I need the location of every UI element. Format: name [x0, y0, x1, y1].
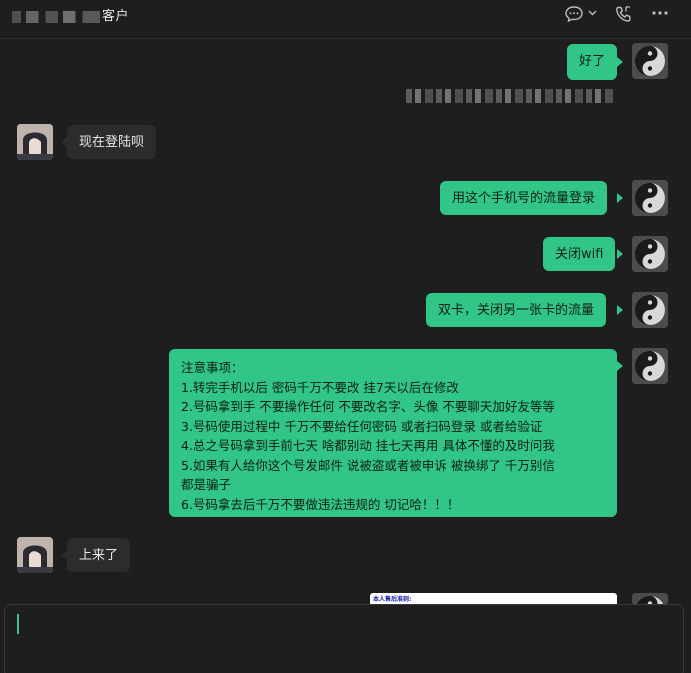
message-list[interactable]: 好了 现在登陆呗 用这个手机号的流量登录 关闭wifi 双卡，关闭另一张卡的流量… — [0, 39, 691, 604]
message-line: 6.号码拿去后千万不要做违法违规的 切记哈！！！ — [181, 496, 460, 512]
self-avatar[interactable] — [632, 292, 668, 328]
taiji-icon — [632, 593, 668, 604]
self-avatar[interactable] — [632, 43, 668, 79]
contact-photo — [17, 124, 53, 160]
image-message[interactable]: 本人售后准则: — [370, 593, 617, 604]
redacted-contact-name — [12, 10, 100, 23]
message-text: 好了 — [579, 54, 606, 69]
message-line: 2.号码拿到手 不要操作任何 不要改名字、头像 不要聊天加好友等等 — [181, 399, 555, 414]
chat-header: 客户 — [0, 0, 691, 39]
message-text: 用这个手机号的流量登录 — [452, 191, 596, 206]
message-bubble[interactable]: 用这个手机号的流量登录 — [440, 181, 608, 215]
taiji-icon — [632, 292, 668, 328]
phone-icon[interactable] — [614, 5, 634, 23]
message-input[interactable] — [4, 604, 684, 673]
text-caret — [17, 614, 19, 634]
message-bubble[interactable]: 好了 — [567, 44, 618, 80]
taiji-icon — [632, 43, 668, 79]
message-bubble[interactable]: 双卡，关闭另一张卡的流量 — [426, 293, 607, 327]
image-caption: 本人售后准则: — [373, 596, 412, 603]
taiji-icon — [632, 180, 668, 216]
message-bubble[interactable]: 注意事项： 1.转完手机以后 密码千万不要改 挂7天以后在修改 2.号码拿到手 … — [169, 349, 617, 517]
bubble-tail — [617, 249, 623, 259]
message-text: 关闭wifi — [555, 247, 604, 262]
message-text: 上来了 — [79, 548, 119, 563]
message-text: 现在登陆呗 — [79, 135, 145, 150]
message-line: 1.转完手机以后 密码千万不要改 挂7天以后在修改 — [181, 379, 459, 395]
contact-photo — [17, 537, 53, 573]
taiji-icon — [632, 348, 668, 384]
bubble-tail — [617, 305, 623, 315]
self-avatar[interactable] — [632, 236, 668, 272]
contact-avatar[interactable] — [17, 537, 53, 573]
message-text: 双卡，关闭另一张卡的流量 — [438, 303, 595, 318]
chat-bubble-icon[interactable] — [564, 5, 584, 23]
message-line: 都是骗子 — [181, 477, 232, 492]
message-bubble[interactable]: 上来了 — [67, 538, 131, 572]
chat-window: 客户 好了 现在登陆呗 用这个手机号的流量登录 关闭wifi 双卡，关闭另一张卡… — [0, 0, 691, 673]
taiji-icon — [632, 236, 668, 272]
message-line: 5.如果有人给你这个号发邮件 说被盗或者被申诉 被换绑了 千万别信 — [181, 457, 555, 473]
chat-title-text: 客户 — [102, 9, 130, 24]
message-bubble[interactable]: 现在登陆呗 — [67, 125, 157, 159]
bubble-tail — [617, 361, 623, 371]
redacted-content — [406, 89, 616, 103]
contact-avatar[interactable] — [17, 124, 53, 160]
message-line: 4.总之号码拿到手前七天 啥都别动 挂七天再用 具体不懂的及时问我 — [181, 438, 555, 453]
message-line: 3.号码使用过程中 千万不要给任何密码 或者扫码登录 或者给验证 — [181, 418, 543, 434]
message-bubble[interactable]: 关闭wifi — [543, 237, 616, 271]
chevron-down-icon[interactable] — [588, 8, 597, 26]
bubble-tail — [617, 57, 623, 67]
self-avatar[interactable] — [632, 593, 668, 604]
more-icon[interactable] — [651, 6, 669, 24]
self-avatar[interactable] — [632, 180, 668, 216]
message-line: 注意事项： — [181, 360, 244, 375]
chat-title: 客户 — [12, 5, 129, 24]
bubble-tail — [617, 193, 623, 203]
self-avatar[interactable] — [632, 348, 668, 384]
